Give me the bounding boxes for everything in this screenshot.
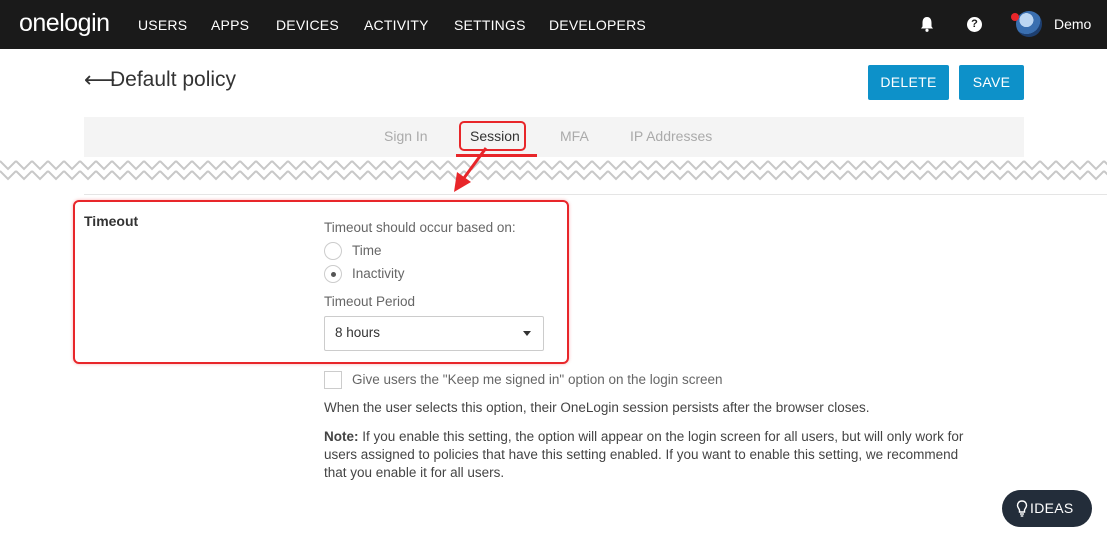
timeout-period-select[interactable]: 8 hours (324, 316, 544, 351)
onelogin-logo[interactable]: onelogin (19, 9, 110, 38)
keep-signed-in-description: When the user selects this option, their… (324, 400, 870, 415)
nav-settings[interactable]: SETTINGS (454, 17, 526, 33)
radio-inactivity[interactable] (324, 265, 342, 283)
note-line-3: that you enable it for all users. (324, 465, 505, 480)
keep-signed-in-checkbox[interactable] (324, 371, 342, 389)
nav-devices[interactable]: DEVICES (276, 17, 339, 33)
user-avatar[interactable] (1016, 11, 1042, 37)
zigzag-separator (0, 157, 1107, 187)
annotation-arrow-icon (454, 147, 488, 192)
timeout-period-label: Timeout Period (324, 294, 416, 309)
radio-time[interactable] (324, 242, 342, 260)
save-button[interactable]: SAVE (959, 65, 1024, 100)
help-icon[interactable]: ? (967, 17, 982, 32)
nav-activity[interactable]: ACTIVITY (364, 17, 429, 33)
bell-icon[interactable] (918, 15, 936, 33)
timeout-period-value: 8 hours (335, 325, 381, 340)
tab-mfa[interactable]: MFA (560, 128, 589, 144)
chevron-down-icon (523, 331, 531, 336)
tab-ip-addresses[interactable]: IP Addresses (630, 128, 712, 144)
keep-signed-in-label[interactable]: Give users the "Keep me signed in" optio… (352, 371, 723, 389)
nav-apps[interactable]: APPS (211, 17, 249, 33)
lightbulb-icon (1016, 500, 1028, 517)
page-title: Default policy (110, 68, 237, 91)
nav-users[interactable]: USERS (138, 17, 187, 33)
notification-dot (1011, 13, 1019, 21)
keep-signed-in-note: Note: If you enable this setting, the op… (324, 428, 1024, 482)
radio-time-label[interactable]: Time (352, 243, 382, 258)
policy-tabs: Sign In Session MFA IP Addresses (84, 117, 1024, 157)
radio-inactivity-label[interactable]: Inactivity (352, 266, 405, 281)
timeout-basis-label: Timeout should occur based on: (324, 220, 516, 235)
tab-sign-in[interactable]: Sign In (384, 128, 428, 144)
user-name[interactable]: Demo (1054, 16, 1091, 32)
nav-developers[interactable]: DEVELOPERS (549, 17, 646, 33)
section-divider (84, 194, 1107, 195)
note-line-2: users assigned to policies that have thi… (324, 447, 959, 462)
note-label: Note: (324, 429, 359, 444)
top-navbar: onelogin USERS APPS DEVICES ACTIVITY SET… (0, 0, 1107, 49)
note-line-1: If you enable this setting, the option w… (358, 429, 964, 444)
delete-button[interactable]: DELETE (868, 65, 949, 100)
ideas-label: IDEAS (1030, 500, 1074, 516)
timeout-section-label: Timeout (84, 213, 139, 229)
